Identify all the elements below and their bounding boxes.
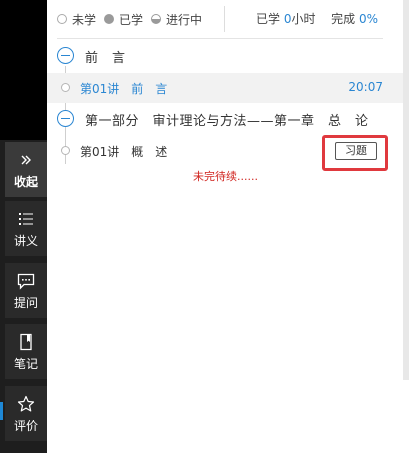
section-title[interactable]: 第一部分 审计理论与方法——第一章 总 论 <box>85 110 369 129</box>
double-chevron-right-icon <box>5 149 47 171</box>
handout-label: 讲义 <box>13 234 38 248</box>
legend-in-progress: 进行中 <box>151 11 202 28</box>
rating-button[interactable]: 评价 <box>5 386 47 441</box>
legend-in-progress-label: 进行中 <box>166 12 203 27</box>
chat-bubble-icon <box>5 270 47 292</box>
collapse-button[interactable]: 收起 <box>5 142 47 197</box>
question-button[interactable]: 提问 <box>5 263 47 318</box>
lesson-row[interactable]: 第01讲 前 言 20:07 <box>47 73 403 103</box>
collapse-label: 收起 <box>13 175 38 189</box>
rating-label: 评价 <box>13 419 38 433</box>
notes-label: 笔记 <box>13 357 38 371</box>
side-toolbar-top <box>0 0 47 140</box>
star-icon <box>5 393 47 415</box>
section-collapse-toggle[interactable] <box>57 47 74 64</box>
lesson-status-dot <box>61 146 70 155</box>
status-legend: 未学 已学 进行中 <box>57 6 237 32</box>
legend-finished: 已学 <box>104 11 143 28</box>
filled-circle-icon <box>104 14 115 24</box>
empty-circle-icon <box>57 14 67 24</box>
to-be-continued-note: 未完待续...... <box>193 170 258 183</box>
half-circle-icon <box>151 14 162 24</box>
list-icon <box>5 208 47 230</box>
legend-not-started-label: 未学 <box>72 12 97 27</box>
studied-label: 已学 <box>256 12 281 26</box>
handout-button[interactable]: 讲义 <box>5 201 47 256</box>
question-label: 提问 <box>13 296 38 310</box>
lesson-duration: 20:07 <box>348 80 383 94</box>
legend-divider <box>224 6 226 32</box>
complete-label: 完成 <box>331 12 356 26</box>
section-title[interactable]: 前 言 <box>85 47 126 66</box>
scrollbar-track[interactable] <box>403 0 409 380</box>
lesson-title[interactable]: 第01讲 前 言 <box>80 80 167 97</box>
course-outline-panel: 未学 已学 进行中 已学 0小时 完成 0% 前 言 第01讲 前 言 20:0… <box>47 0 403 453</box>
complete-percent-value: 0% <box>359 12 379 26</box>
legend-not-started: 未学 <box>57 11 96 28</box>
notes-button[interactable]: 笔记 <box>5 324 47 379</box>
studied-unit: 小时 <box>291 12 316 26</box>
section-collapse-toggle[interactable] <box>57 110 74 127</box>
progress-stats: 已学 0小时 完成 0% <box>256 10 378 27</box>
legend-finished-label: 已学 <box>119 12 144 27</box>
notebook-icon <box>5 331 47 353</box>
lesson-status-dot <box>61 83 70 92</box>
lesson-title[interactable]: 第01讲 概 述 <box>80 143 167 160</box>
active-marker <box>0 402 3 420</box>
exercise-button[interactable]: 习题 <box>335 142 377 160</box>
header-divider <box>57 38 383 39</box>
